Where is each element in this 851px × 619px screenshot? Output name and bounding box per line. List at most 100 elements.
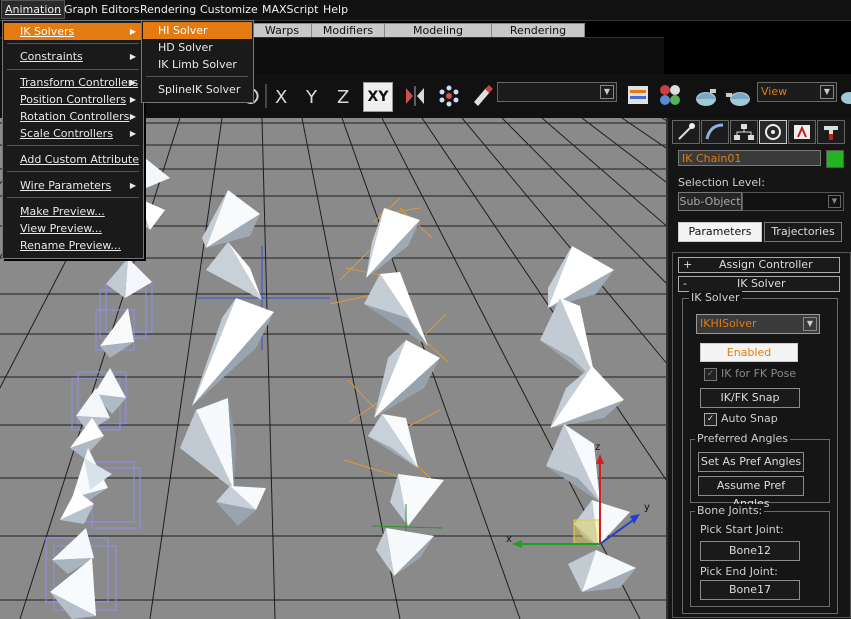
command-panel: IK Chain01 Selection Level: Sub-Object ▼… [666, 118, 851, 619]
set-as-pref-angles-button[interactable]: Set As Pref Angles [698, 452, 804, 472]
menu-separator [7, 43, 139, 44]
menu-item-splineik-solver[interactable]: SplineIK Solver [143, 81, 252, 98]
rollout-toggle: + [683, 258, 693, 271]
preferred-angles-title: Preferred Angles [695, 432, 791, 445]
ik-for-fk-pose-checkbox[interactable]: ✓ [704, 368, 717, 381]
tab-rendering[interactable]: Rendering [491, 23, 585, 38]
array-icon[interactable] [436, 84, 462, 108]
modify-tab-icon[interactable] [701, 120, 729, 144]
chevron-down-icon: ▼ [600, 85, 614, 99]
material-editor-icon[interactable] [656, 81, 684, 109]
menu-item-ik-limb-solver[interactable]: IK Limb Solver [143, 56, 252, 73]
submenu-arrow-icon: ▶ [129, 129, 136, 138]
tab-modeling[interactable]: Modeling [384, 23, 492, 38]
render-scene-icon[interactable] [692, 83, 720, 109]
render-type-value: View [761, 85, 788, 98]
pick-start-joint-label: Pick Start Joint: [700, 523, 784, 536]
axis-x-button[interactable]: X [275, 87, 287, 108]
submenu-arrow-icon: ▶ [129, 95, 136, 104]
menu-separator [7, 145, 139, 146]
motion-tab-icon[interactable] [759, 120, 787, 144]
submenu-arrow-icon: ▶ [129, 27, 136, 36]
menu-item-add-custom-attribute[interactable]: Add Custom Attribute [4, 151, 142, 168]
animation-menu: IK Solvers ▶ Constraints ▶ Transform Contr… [2, 20, 144, 259]
menu-rendering[interactable]: Rendering [140, 3, 196, 16]
menu-item-ik-solvers[interactable]: IK Solvers ▶ [4, 23, 142, 40]
menu-item-position-controllers[interactable]: Position Controllers ▶ [4, 91, 142, 108]
menu-item-rotation-controllers[interactable]: Rotation Controllers ▶ [4, 108, 142, 125]
toolbar-divider [265, 84, 267, 108]
menu-item-hd-solver[interactable]: HD Solver [143, 39, 252, 56]
ik-fk-snap-button[interactable]: IK/FK Snap [700, 388, 800, 408]
ik-for-fk-pose-label: IK for FK Pose [721, 367, 797, 380]
named-selection-dropdown[interactable]: ▼ [497, 82, 617, 102]
assign-controller-rollout[interactable]: + Assign Controller [678, 257, 840, 273]
end-joint-button[interactable]: Bone17 [700, 580, 800, 600]
enabled-button[interactable]: Enabled [700, 343, 798, 362]
menu-help[interactable]: Help [323, 3, 348, 16]
menu-item-scale-controllers[interactable]: Scale Controllers ▶ [4, 125, 142, 142]
mirror-icon[interactable] [402, 84, 428, 108]
create-tab-icon[interactable] [672, 120, 700, 144]
axis-y-button[interactable]: Y [306, 87, 317, 108]
rollout-title: IK Solver [737, 277, 786, 290]
trajectories-tab[interactable]: Trajectories [764, 222, 842, 242]
menu-separator [7, 171, 139, 172]
menu-separator [146, 76, 248, 77]
align-icon[interactable] [468, 82, 494, 108]
menu-maxscript[interactable]: MAXScript [262, 3, 318, 16]
quick-render-icon[interactable] [726, 83, 754, 109]
ik-solvers-submenu: HI Solver HD Solver IK Limb Solver Splin… [141, 20, 254, 103]
ik-solver-rollout[interactable]: - IK Solver [678, 276, 840, 292]
render-type-dropdown[interactable]: View ▼ [757, 82, 837, 102]
display-tab-icon[interactable] [788, 120, 816, 144]
menu-bar: Animation Graph Editors Rendering Custom… [0, 0, 851, 21]
object-name-field[interactable]: IK Chain01 [678, 150, 821, 166]
svg-text:z: z [595, 442, 600, 453]
object-color-swatch[interactable] [826, 150, 844, 168]
submenu-arrow-icon: ▶ [129, 112, 136, 121]
chevron-down-icon: ▼ [828, 195, 841, 208]
bone-joints-title: Bone Joints: [695, 504, 765, 517]
pick-end-joint-label: Pick End Joint: [700, 565, 778, 578]
menu-item-view-preview[interactable]: View Preview... [4, 220, 142, 237]
start-joint-button[interactable]: Bone12 [700, 541, 800, 561]
menu-item-make-preview[interactable]: Make Preview... [4, 203, 142, 220]
parameters-tab[interactable]: Parameters [678, 222, 762, 242]
render-last-icon[interactable] [840, 84, 851, 108]
menu-graph-editors[interactable]: Graph Editors [64, 3, 140, 16]
axis-xy-button[interactable]: XY [363, 82, 393, 112]
auto-snap-checkbox[interactable]: ✓ [704, 413, 717, 426]
utilities-tab-icon[interactable] [817, 120, 845, 144]
top-right-blank [664, 21, 851, 73]
tab-modifiers[interactable]: Modifiers [311, 23, 385, 38]
submenu-arrow-icon: ▶ [129, 78, 136, 87]
axis-z-button[interactable]: Z [337, 87, 349, 108]
menu-animation[interactable]: Animation [0, 0, 66, 19]
track-view-icon[interactable] [624, 81, 652, 109]
assume-pref-angles-button[interactable]: Assume Pref Angles [698, 476, 804, 510]
rollout-title: Assign Controller [719, 258, 813, 271]
command-panel-tabs [670, 120, 850, 144]
solver-type-dropdown[interactable]: IKHISolver ▼ [696, 314, 820, 334]
ik-solver-group-title: IK Solver [689, 291, 742, 304]
menu-item-constraints[interactable]: Constraints ▶ [4, 48, 142, 65]
menu-item-wire-parameters[interactable]: Wire Parameters ▶ [4, 177, 142, 194]
submenu-arrow-icon: ▶ [129, 181, 136, 190]
menu-separator [7, 69, 139, 70]
sub-object-level-dropdown[interactable]: ▼ [742, 192, 844, 211]
menu-item-transform-controllers[interactable]: Transform Controllers ▶ [4, 74, 142, 91]
menu-item-hi-solver[interactable]: HI Solver [143, 22, 252, 39]
menu-separator [7, 197, 139, 198]
hierarchy-tab-icon[interactable] [730, 120, 758, 144]
auto-snap-label: Auto Snap [721, 412, 778, 425]
menu-item-rename-preview[interactable]: Rename Preview... [4, 237, 142, 254]
tab-warps[interactable]: Warps [252, 23, 312, 38]
menu-customize[interactable]: Customize [200, 3, 258, 16]
chevron-down-icon: ▼ [803, 317, 817, 331]
selection-level-label: Selection Level: [678, 176, 765, 189]
svg-text:x: x [506, 534, 512, 545]
sub-object-button[interactable]: Sub-Object [678, 192, 742, 211]
submenu-arrow-icon: ▶ [129, 52, 136, 61]
svg-text:y: y [644, 502, 650, 513]
